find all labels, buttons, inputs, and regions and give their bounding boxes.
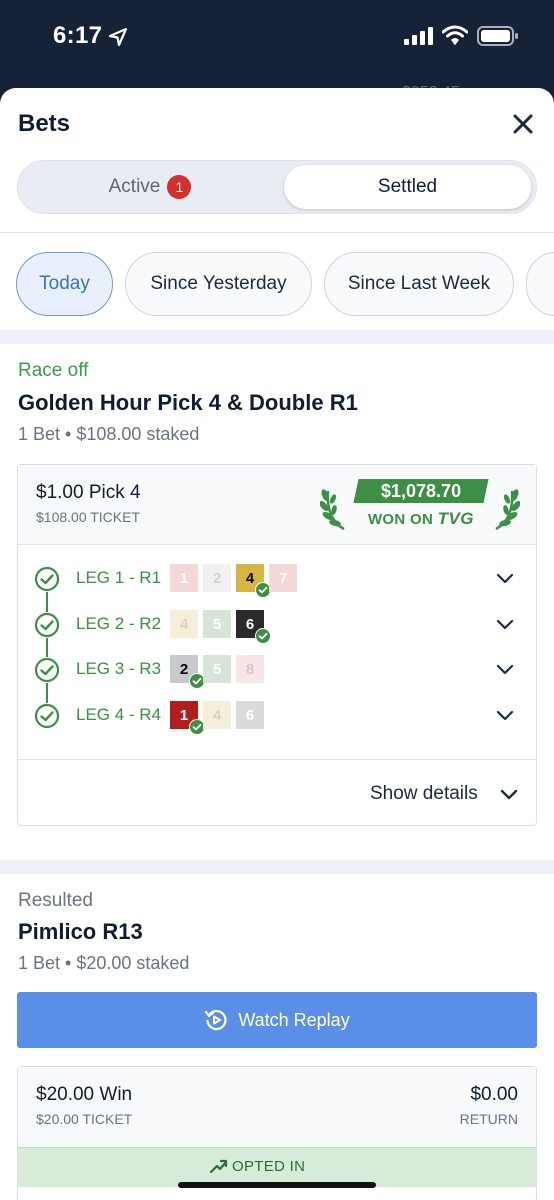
replay-icon bbox=[205, 1009, 227, 1031]
leg-check-icon bbox=[34, 566, 60, 592]
chevron-down-icon[interactable] bbox=[496, 662, 514, 676]
divider bbox=[0, 232, 554, 233]
leg-label: LEG 1 - R1 bbox=[76, 568, 162, 587]
status-bar: 6:17 $258.45 bbox=[0, 0, 554, 101]
leg-runners: 146 bbox=[170, 701, 264, 735]
winning-runner-number: 1 bbox=[170, 701, 205, 735]
bets-tab-switcher: Active 1 Settled bbox=[17, 160, 537, 214]
tab-active[interactable]: Active 1 bbox=[18, 161, 282, 213]
winning-runner-number: 4 bbox=[236, 564, 271, 598]
pick4-leg-row[interactable]: LEG 2 - R2 4 5 6 bbox=[18, 607, 536, 644]
bet2-race-title: Pimlico R13 bbox=[18, 919, 143, 944]
bet2-summary: 1 Bet • $20.00 staked bbox=[18, 953, 190, 973]
battery-icon bbox=[477, 26, 518, 46]
status-time: 6:17 bbox=[53, 22, 103, 49]
leg-runners: 258 bbox=[170, 655, 264, 689]
bet1-card: $1.00 Pick 4 $108.00 TICKET $1,078.70 WO… bbox=[17, 464, 537, 826]
runner-number: 6 bbox=[236, 701, 264, 729]
show-details-link[interactable]: Show details bbox=[370, 783, 478, 805]
runner-number: 4 bbox=[203, 701, 231, 729]
sheet-title: Bets bbox=[18, 110, 71, 137]
leg-runners: 456 bbox=[170, 610, 271, 644]
pick4-legs: LEG 1 - R1 1 2 4 7 LEG 2 - R2 4 5 6 LEG 3 - R3 2 5 8… bbox=[18, 545, 536, 759]
bet2-return-value: $0.00 bbox=[470, 1084, 518, 1105]
chevron-down-icon[interactable] bbox=[496, 617, 514, 631]
won-on-tvg-badge: $1,078.70 WON ON TVG bbox=[320, 479, 520, 535]
runner-number: 8 bbox=[236, 655, 264, 683]
leg-check-icon bbox=[34, 612, 60, 638]
close-icon[interactable] bbox=[512, 113, 534, 135]
winning-runner-number: 2 bbox=[170, 655, 205, 689]
chevron-down-icon[interactable] bbox=[496, 708, 514, 722]
bet1-bet-type: $1.00 Pick 4 bbox=[36, 482, 141, 503]
section-gap bbox=[0, 860, 554, 874]
pick4-leg-row[interactable]: LEG 1 - R1 1 2 4 7 bbox=[18, 561, 536, 598]
opted-in-icon bbox=[209, 1159, 228, 1174]
wifi-icon bbox=[442, 25, 468, 45]
section-gap bbox=[0, 330, 554, 344]
winning-runner-number: 6 bbox=[236, 610, 271, 644]
leg-label: LEG 3 - R3 bbox=[76, 659, 162, 678]
bet2-status: Resulted bbox=[18, 890, 93, 911]
tab-settled-label: Settled bbox=[377, 176, 438, 197]
leg-label: LEG 2 - R2 bbox=[76, 614, 162, 633]
tab-settled[interactable]: Settled bbox=[284, 165, 531, 209]
leg-runners: 1247 bbox=[170, 564, 297, 598]
tab-active-label: Active bbox=[108, 176, 161, 197]
opted-in-banner: OPTED IN bbox=[18, 1147, 536, 1187]
card-divider bbox=[18, 759, 536, 760]
bet1-status: Race off bbox=[18, 360, 89, 381]
pick4-leg-row[interactable]: LEG 4 - R4 1 4 6 bbox=[18, 698, 536, 735]
runner-number: 4 bbox=[170, 610, 198, 638]
chevron-down-icon[interactable] bbox=[496, 571, 514, 585]
filter-chip-today[interactable]: Today bbox=[16, 252, 113, 316]
leg-label: LEG 4 - R4 bbox=[76, 705, 162, 724]
chevron-down-icon[interactable] bbox=[500, 787, 518, 801]
filter-chip-since-yesterday[interactable]: Since Yesterday bbox=[125, 252, 312, 316]
leg-check-icon bbox=[34, 657, 60, 683]
tvg-logo: TVG bbox=[437, 509, 475, 528]
laurel-right-icon bbox=[495, 489, 520, 531]
filter-chip-more[interactable] bbox=[526, 252, 554, 316]
date-filter-chips: Today Since Yesterday Since Last Week bbox=[0, 252, 554, 318]
bet2-ticket: $20.00 TICKET bbox=[36, 1111, 133, 1127]
bet2-return-label: RETURN bbox=[459, 1111, 518, 1127]
active-count-badge: 1 bbox=[167, 175, 192, 199]
leg-check-icon bbox=[34, 703, 60, 729]
bet2-card: $20.00 Win $20.00 TICKET $0.00 RETURN OP… bbox=[17, 1066, 537, 1200]
cellular-signal-icon bbox=[404, 27, 433, 45]
bets-sheet: Bets Active 1 Settled Today Since Yester… bbox=[0, 88, 554, 1200]
bet1-card-header: $1.00 Pick 4 $108.00 TICKET $1,078.70 WO… bbox=[18, 465, 536, 545]
bet1-summary: 1 Bet • $108.00 staked bbox=[18, 424, 200, 444]
bet2-bet-type: $20.00 Win bbox=[36, 1084, 133, 1105]
pick4-leg-row[interactable]: LEG 3 - R3 2 5 8 bbox=[18, 652, 536, 689]
runner-number: 7 bbox=[269, 564, 297, 592]
opted-in-label: OPTED IN bbox=[232, 1158, 306, 1175]
bet1-race-title: Golden Hour Pick 4 & Double R1 bbox=[18, 390, 358, 415]
watch-replay-button[interactable]: Watch Replay bbox=[17, 992, 537, 1048]
runner-number: 5 bbox=[203, 610, 231, 638]
location-arrow-icon bbox=[108, 27, 128, 47]
bet2-card-header: $20.00 Win $20.00 TICKET $0.00 RETURN bbox=[18, 1067, 536, 1147]
laurel-left-icon bbox=[320, 489, 345, 531]
winner-check-icon bbox=[255, 628, 271, 644]
home-indicator[interactable] bbox=[178, 1182, 376, 1188]
runner-number: 2 bbox=[203, 564, 231, 592]
watch-replay-label: Watch Replay bbox=[238, 1009, 350, 1030]
won-amount: $1,078.70 bbox=[353, 479, 489, 503]
won-on-label: WON ON TVG bbox=[367, 509, 475, 528]
bet1-ticket: $108.00 TICKET bbox=[36, 509, 141, 525]
filter-chip-since-last-week[interactable]: Since Last Week bbox=[324, 252, 514, 316]
runner-number: 5 bbox=[203, 655, 231, 683]
runner-number: 1 bbox=[170, 564, 198, 592]
